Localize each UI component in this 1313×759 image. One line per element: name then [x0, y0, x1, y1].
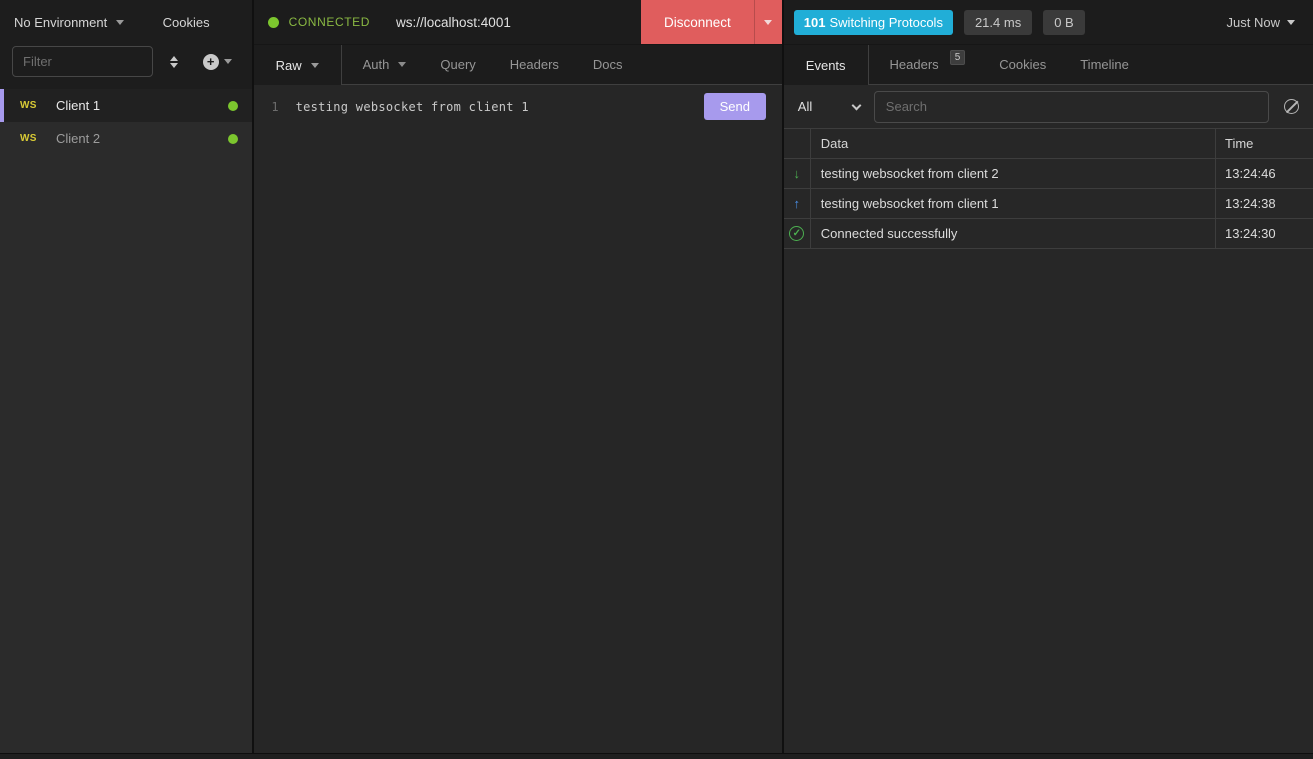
event-time: 13:24:46 — [1216, 159, 1313, 188]
chevron-down-icon — [1287, 20, 1295, 25]
message-received-icon: ↓ — [794, 166, 801, 181]
request-name: Client 1 — [56, 98, 100, 113]
disconnect-dropdown[interactable] — [754, 0, 782, 44]
connection-status-dot-icon — [268, 17, 279, 28]
connected-dot-icon — [228, 101, 238, 111]
body-type-label: Raw — [276, 58, 302, 73]
status-code: 101 — [804, 15, 826, 30]
data-column-header: Data — [810, 129, 1216, 158]
tab-docs[interactable]: Docs — [576, 45, 640, 84]
sort-icon[interactable] — [170, 56, 178, 68]
size-badge: 0 B — [1043, 10, 1085, 35]
ws-method-tag: WS — [20, 133, 56, 144]
environment-dropdown[interactable]: No Environment — [14, 15, 124, 30]
sidebar: No Environment Cookies + WS Cl — [0, 0, 252, 753]
event-row[interactable]: ↑ testing websocket from client 1 13:24:… — [784, 189, 1313, 219]
body-type-dropdown[interactable]: Raw — [254, 45, 342, 85]
request-list: WS Client 1 WS Client 2 — [0, 89, 252, 753]
ws-method-tag: WS — [20, 100, 56, 111]
cookies-button[interactable]: Cookies — [163, 15, 210, 30]
event-data: testing websocket from client 1 — [810, 189, 1216, 218]
event-row[interactable]: ✓ Connected successfully 13:24:30 — [784, 219, 1313, 249]
chevron-down-icon — [224, 59, 232, 64]
recency-label: Just Now — [1227, 15, 1280, 30]
time-column-header: Time — [1216, 129, 1313, 158]
request-panel: CONNECTED ws://localhost:4001 Disconnect… — [254, 0, 782, 753]
websocket-url[interactable]: ws://localhost:4001 — [396, 15, 511, 30]
event-row[interactable]: ↓ testing websocket from client 2 13:24:… — [784, 159, 1313, 189]
tab-query[interactable]: Query — [423, 45, 492, 84]
chevron-down-icon — [116, 20, 124, 25]
plus-icon: + — [203, 54, 219, 70]
tab-auth[interactable]: Auth — [346, 45, 424, 84]
line-number: 1 — [254, 99, 296, 115]
events-filter-row: All — [784, 85, 1313, 128]
event-data: testing websocket from client 2 — [810, 159, 1216, 188]
editor-text: testing websocket from client 1 — [296, 99, 529, 115]
sidebar-item-client-2[interactable]: WS Client 2 — [0, 122, 252, 155]
tab-headers[interactable]: Headers — [493, 45, 576, 84]
status-badge: 101 Switching Protocols — [794, 10, 953, 35]
send-button[interactable]: Send — [704, 93, 766, 120]
tab-response-headers[interactable]: Headers 5 — [873, 45, 983, 84]
history-dropdown[interactable]: Just Now — [1227, 15, 1301, 30]
disconnect-button[interactable]: Disconnect — [641, 0, 782, 44]
chevron-down-icon — [311, 63, 319, 68]
events-search-input[interactable] — [874, 91, 1269, 123]
bottom-resize-strip[interactable] — [0, 753, 1313, 759]
chevron-down-icon — [764, 20, 772, 25]
connected-check-icon: ✓ — [789, 226, 804, 241]
event-time: 13:24:38 — [1216, 189, 1313, 218]
event-type-selected: All — [798, 99, 812, 114]
environment-label: No Environment — [14, 15, 107, 30]
filter-input[interactable] — [12, 46, 153, 77]
connection-status-label: CONNECTED — [289, 15, 370, 29]
disconnect-label: Disconnect — [641, 0, 754, 44]
connected-dot-icon — [228, 134, 238, 144]
request-name: Client 2 — [56, 131, 100, 146]
request-tabstrip: Raw Auth Query Headers Docs — [254, 45, 782, 85]
editor-line: 1 testing websocket from client 1 — [254, 99, 782, 115]
duration-badge: 21.4 ms — [964, 10, 1032, 35]
tab-response-cookies[interactable]: Cookies — [982, 45, 1063, 84]
tab-events[interactable]: Events — [784, 45, 869, 85]
add-request-button[interactable]: + — [203, 54, 232, 70]
events-table-header: Data Time — [784, 129, 1313, 159]
message-sent-icon: ↑ — [794, 196, 801, 211]
sidebar-header: No Environment Cookies + — [0, 0, 252, 89]
url-bar: CONNECTED ws://localhost:4001 Disconnect — [254, 0, 782, 45]
event-time: 13:24:30 — [1216, 219, 1313, 248]
sidebar-item-client-1[interactable]: WS Client 1 — [0, 89, 252, 122]
app-window: No Environment Cookies + WS Cl — [0, 0, 1313, 753]
event-type-select[interactable]: All — [798, 99, 860, 114]
events-table: Data Time ↓ testing websocket from clien… — [784, 128, 1313, 249]
response-tabstrip: Events Headers 5 Cookies Timeline — [784, 45, 1313, 85]
event-data: Connected successfully — [810, 219, 1216, 248]
response-meta-bar: 101 Switching Protocols 21.4 ms 0 B Just … — [784, 0, 1313, 45]
status-reason: Switching Protocols — [830, 15, 943, 30]
tab-timeline[interactable]: Timeline — [1063, 45, 1146, 84]
clear-events-icon[interactable] — [1284, 99, 1299, 114]
headers-count-badge: 5 — [950, 50, 966, 65]
message-editor[interactable]: Send 1 testing websocket from client 1 — [254, 85, 782, 753]
chevron-down-icon — [398, 62, 406, 67]
response-panel: 101 Switching Protocols 21.4 ms 0 B Just … — [784, 0, 1313, 753]
chevron-down-icon — [851, 100, 861, 110]
